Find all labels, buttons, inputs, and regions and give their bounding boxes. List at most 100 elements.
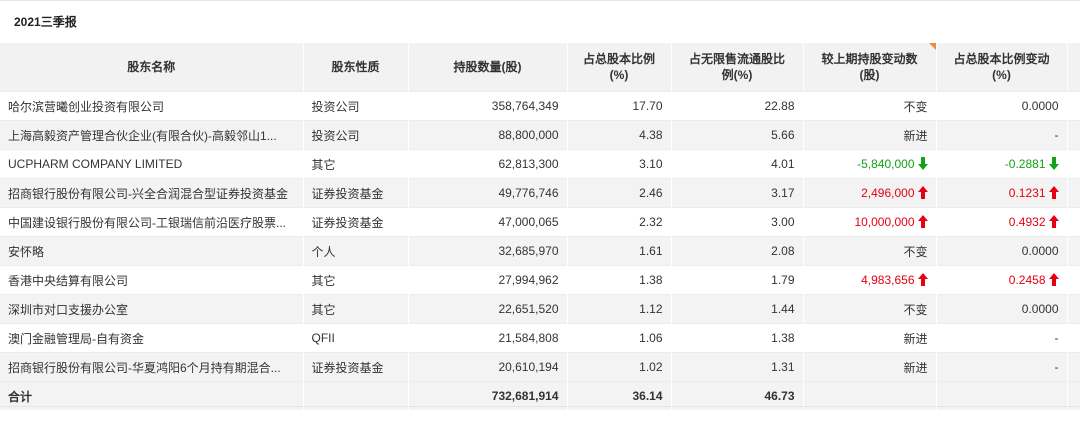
cell-total-ratio: 1.06 (567, 323, 672, 353)
cell-total-ratio: 2.46 (567, 178, 672, 208)
decrease-arrow-icon (1048, 157, 1059, 170)
cell-float-ratio: 4.01 (671, 149, 804, 179)
ratio-change-value: 0.0000 (1021, 244, 1059, 258)
holding-change-value: 新进 (903, 128, 928, 143)
ratio-change-value: 0.4932 (1008, 215, 1046, 229)
header-float-ratio-line2: 例(%) (721, 68, 753, 82)
cell-holding-change: 10,000,000 (803, 207, 937, 237)
cell-total-ratio: 3.10 (567, 149, 672, 179)
cell-total-ratio: 2.32 (567, 207, 672, 237)
cell-share-count: 88,800,000 (408, 120, 568, 150)
ratio-change-value: 0.0000 (1021, 302, 1059, 316)
header-shareholder-type[interactable]: 股东性质 (303, 43, 409, 92)
table-row[interactable]: 中国建设银行股份有限公司-工银瑞信前沿医疗股票... 证券投资基金 47,000… (0, 207, 1080, 237)
table-row[interactable]: 香港中央结算有限公司 其它 27,994,962 1.38 1.79 4,983… (0, 265, 1080, 295)
holding-change-value: 4,983,656 (861, 273, 915, 287)
table-row[interactable]: 招商银行股份有限公司-兴全合润混合型证券投资基金 证券投资基金 49,776,7… (0, 178, 1080, 208)
cell-ratio-change: 0.1231 (936, 178, 1068, 208)
header-total-ratio[interactable]: 占总股本比例 (%) (567, 43, 672, 92)
cell-float-ratio: 1.31 (671, 352, 804, 382)
ratio-change-value: - (1054, 360, 1059, 374)
top-shareholders-table: 股东名称 股东性质 持股数量(股) 占总股本比例 (%) 占无限售流通股比 例(… (0, 43, 1080, 410)
cell-gutter (1067, 91, 1080, 121)
cell-ratio-change: 0.0000 (936, 294, 1068, 324)
table-header-row: 股东名称 股东性质 持股数量(股) 占总股本比例 (%) 占无限售流通股比 例(… (0, 43, 1080, 92)
table-row[interactable]: 哈尔滨营曦创业投资有限公司 投资公司 358,764,349 17.70 22.… (0, 91, 1080, 121)
header-shareholder-name[interactable]: 股东名称 (0, 43, 304, 92)
cell-shareholder-name: 深圳市对口支援办公室 (0, 294, 304, 324)
cell-ratio-change: 0.4932 (936, 207, 1068, 237)
holding-change-value: 不变 (903, 302, 928, 317)
cell-share-count: 21,584,808 (408, 323, 568, 353)
table-row[interactable]: 澳门金融管理局-自有资金 QFII 21,584,808 1.06 1.38 新… (0, 323, 1080, 353)
table-row[interactable]: 上海高毅资产管理合伙企业(有限合伙)-高毅邻山1... 投资公司 88,800,… (0, 120, 1080, 150)
cell-gutter (1067, 294, 1080, 324)
cell-shareholder-type: 个人 (303, 236, 409, 266)
header-float-ratio-line1: 占无限售流通股比 (688, 52, 785, 66)
header-scroll-gutter (1067, 43, 1080, 92)
cell-shareholder-type: 投资公司 (303, 91, 409, 121)
cell-ratio-change: 0.2458 (936, 265, 1068, 295)
cell-shareholder-type: 投资公司 (303, 120, 409, 150)
cell-shareholder-name: 哈尔滨营曦创业投资有限公司 (0, 91, 304, 121)
cell-share-count: 27,994,962 (408, 265, 568, 295)
cell-share-count: 22,651,520 (408, 294, 568, 324)
holding-change-value: 10,000,000 (854, 215, 915, 229)
table-row[interactable]: UCPHARM COMPANY LIMITED 其它 62,813,300 3.… (0, 149, 1080, 179)
increase-arrow-icon (1048, 186, 1059, 199)
cell-shareholder-name: 香港中央结算有限公司 (0, 265, 304, 295)
cell-total-ratio: 1.02 (567, 352, 672, 382)
table-row[interactable]: 深圳市对口支援办公室 其它 22,651,520 1.12 1.44 不变 0.… (0, 294, 1080, 324)
cell-ratio-change: - (936, 120, 1068, 150)
cell-gutter (1067, 149, 1080, 179)
header-ratio-change-line1: 占总股本比例变动 (953, 52, 1050, 66)
cell-shareholder-type: QFII (303, 323, 409, 353)
cell-shareholder-name: 澳门金融管理局-自有资金 (0, 323, 304, 353)
table-row[interactable]: 安怀略 个人 32,685,970 1.61 2.08 不变 0.0000 (0, 236, 1080, 266)
cell-gutter (1067, 207, 1080, 237)
holding-change-value: 2,496,000 (861, 186, 915, 200)
cell-gutter (1067, 323, 1080, 353)
increase-arrow-icon (1048, 215, 1059, 228)
holding-change-value: 新进 (903, 331, 928, 346)
cell-holding-change: 4,983,656 (803, 265, 937, 295)
holding-change-value: 不变 (903, 244, 928, 259)
cell-shareholder-type: 证券投资基金 (303, 207, 409, 237)
header-total-ratio-line1: 占总股本比例 (582, 52, 655, 66)
cell-holding-change: 新进 (803, 352, 937, 382)
ratio-change-value: 0.0000 (1021, 99, 1059, 113)
cell-shareholder-name: UCPHARM COMPANY LIMITED (0, 149, 304, 179)
header-total-ratio-line2: (%) (609, 68, 629, 82)
cell-total-ratio: 17.70 (567, 91, 672, 121)
cell-holding-change: 新进 (803, 120, 937, 150)
cell-share-count: 47,000,065 (408, 207, 568, 237)
cell-ratio-change: -0.2881 (936, 149, 1068, 179)
header-ratio-change[interactable]: 占总股本比例变动 (%) (936, 43, 1068, 92)
header-holding-change-line2: (股) (859, 68, 880, 82)
table-row[interactable]: 招商银行股份有限公司-华夏鸿阳6个月持有期混合... 证券投资基金 20,610… (0, 352, 1080, 382)
cell-holding-change: 新进 (803, 323, 937, 353)
holding-change-value: 不变 (903, 99, 928, 114)
cell-float-ratio: 3.00 (671, 207, 804, 237)
increase-arrow-icon (917, 273, 928, 286)
cell-share-count: 20,610,194 (408, 352, 568, 382)
ratio-change-value: - (1054, 128, 1059, 142)
cell-float-ratio: 3.17 (671, 178, 804, 208)
cell-float-ratio: 22.88 (671, 91, 804, 121)
increase-arrow-icon (1048, 273, 1059, 286)
cell-shareholder-type: 其它 (303, 265, 409, 295)
header-float-ratio[interactable]: 占无限售流通股比 例(%) (671, 43, 804, 92)
cell-shareholder-type: 其它 (303, 149, 409, 179)
holding-change-value: -5,840,000 (857, 157, 915, 171)
cell-ratio-change: - (936, 352, 1068, 382)
increase-arrow-icon (917, 186, 928, 199)
increase-arrow-icon (917, 215, 928, 228)
header-ratio-change-line2: (%) (992, 68, 1011, 82)
header-holding-change[interactable]: 较上期持股变动数 (股) (803, 43, 937, 92)
cell-shareholder-name: 上海高毅资产管理合伙企业(有限合伙)-高毅邻山1... (0, 120, 304, 150)
cell-total-ratio: 4.38 (567, 120, 672, 150)
cell-holding-change: 不变 (803, 236, 937, 266)
cell-gutter (1067, 265, 1080, 295)
cell-gutter (1067, 178, 1080, 208)
header-share-count[interactable]: 持股数量(股) (408, 43, 568, 92)
